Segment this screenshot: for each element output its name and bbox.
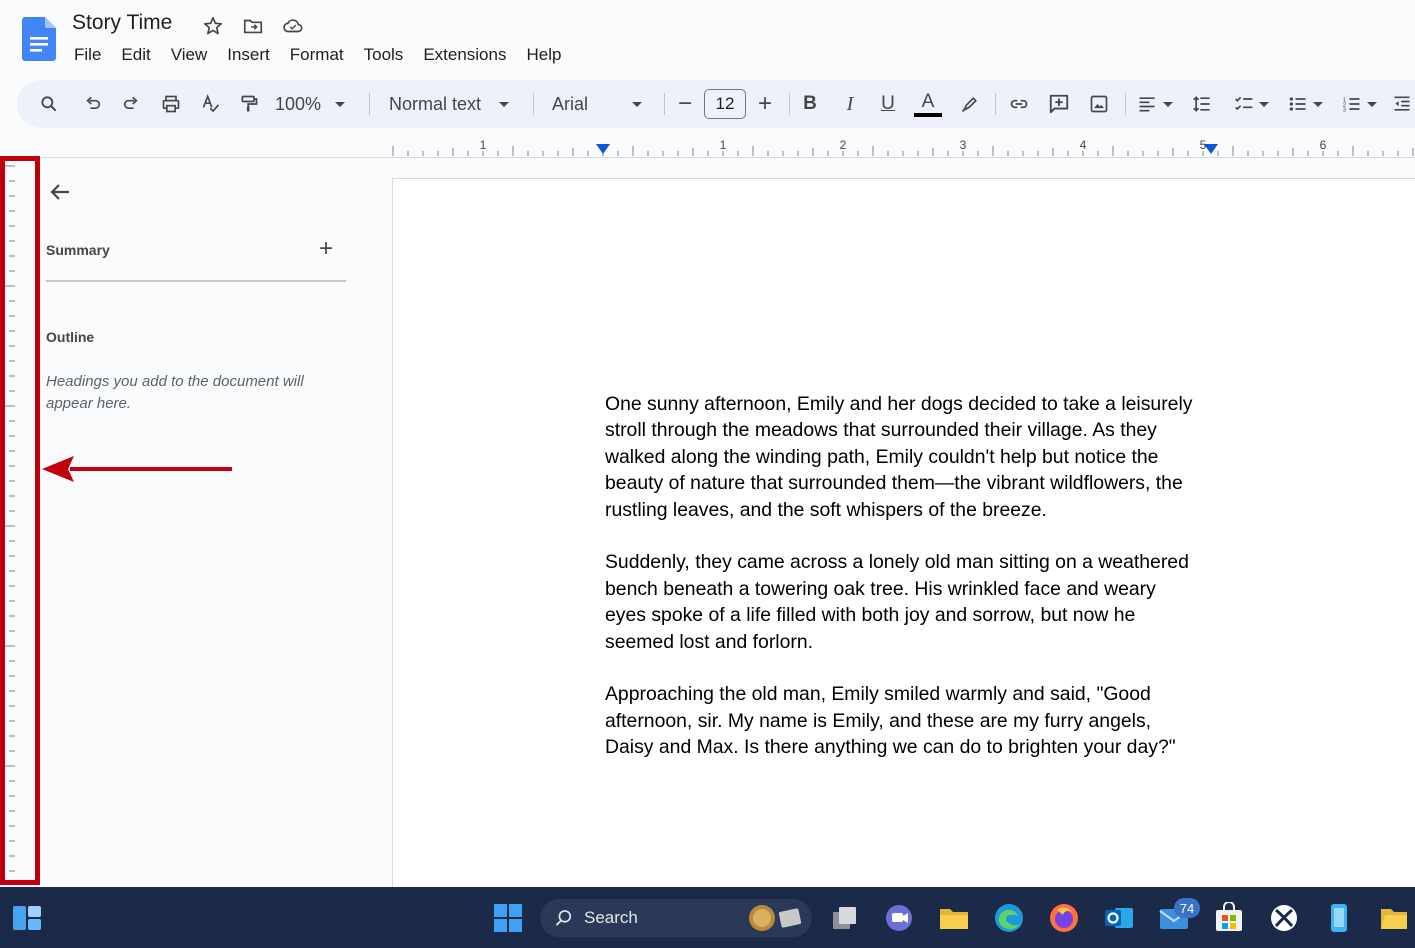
toolbar-divider	[789, 93, 790, 115]
decrease-indent-icon[interactable]	[1389, 80, 1415, 128]
firefox-icon[interactable]	[1047, 901, 1081, 935]
search-icon	[555, 910, 572, 926]
red-arrow-annotation	[42, 454, 234, 484]
summary-heading: Summary	[46, 242, 110, 258]
numbered-list-icon[interactable]: 123	[1337, 80, 1381, 128]
search-menus-icon[interactable]	[35, 80, 63, 128]
task-view-icon[interactable]	[828, 901, 862, 935]
chevron-down-icon	[632, 101, 643, 107]
outlook-icon[interactable]	[1102, 901, 1136, 935]
menu-bar: File Edit View Insert Format Tools Exten…	[64, 43, 571, 67]
star-icon[interactable]	[201, 14, 225, 38]
insert-link-icon[interactable]	[1005, 80, 1033, 128]
toolbar-divider	[664, 93, 665, 115]
outline-empty-hint: Headings you add to the document will ap…	[46, 373, 304, 412]
menu-extensions[interactable]: Extensions	[413, 43, 516, 67]
menu-file[interactable]: File	[64, 43, 111, 67]
highlight-annotation-box	[0, 156, 40, 885]
summary-divider	[46, 280, 346, 282]
italic-icon[interactable]: I	[837, 80, 863, 128]
toolbar: 100% Normal text Arial − 12 + B I U A 1 …	[17, 80, 1415, 128]
paragraph[interactable]: One sunny afternoon, Emily and her dogs …	[605, 391, 1225, 523]
outline-heading: Outline	[46, 329, 95, 345]
menu-view[interactable]: View	[161, 43, 218, 67]
paragraph[interactable]: Suddenly, they came across a lonely old …	[605, 549, 1225, 655]
paragraph-style-select[interactable]: Normal text	[389, 80, 519, 128]
ruler-number: 2	[840, 138, 847, 152]
toolbar-divider	[369, 93, 370, 115]
cloud-saved-icon[interactable]	[281, 14, 305, 38]
menu-help[interactable]: Help	[516, 43, 571, 67]
edge-browser-icon[interactable]	[992, 901, 1026, 935]
font-family-select[interactable]: Arial	[552, 80, 652, 128]
zoom-value: 100%	[275, 93, 322, 114]
xbox-icon[interactable]	[1267, 901, 1301, 935]
toolbar-divider	[995, 93, 996, 115]
add-summary-button[interactable]: +	[315, 235, 337, 262]
menu-format[interactable]: Format	[280, 43, 354, 67]
document-outline-sidebar: Summary + Outline Headings you add to th…	[40, 158, 390, 883]
menu-tools[interactable]: Tools	[354, 43, 414, 67]
chevron-down-icon	[335, 101, 346, 107]
docs-header: Story Time File Edit View Insert Format …	[0, 0, 1415, 78]
paragraph-style-value: Normal text	[389, 93, 482, 114]
toolbar-divider	[1125, 93, 1126, 115]
document-body[interactable]: One sunny afternoon, Emily and her dogs …	[605, 391, 1225, 787]
taskbar-search-box[interactable]: Search	[540, 899, 812, 937]
ruler-ticks: 1123456	[392, 138, 1414, 156]
document-page[interactable]: One sunny afternoon, Emily and her dogs …	[392, 178, 1415, 898]
bold-icon[interactable]: B	[797, 80, 823, 128]
ruler-number: 1	[480, 138, 487, 152]
toolbar-divider	[533, 93, 534, 115]
search-highlight-image-icon	[749, 905, 802, 931]
document-title[interactable]: Story Time	[72, 11, 172, 35]
highlight-color-icon[interactable]	[957, 80, 983, 128]
font-family-value: Arial	[552, 93, 589, 114]
text-color-icon[interactable]: A	[913, 80, 943, 128]
google-docs-logo-icon[interactable]	[22, 17, 56, 61]
menu-insert[interactable]: Insert	[217, 43, 280, 67]
font-size-input[interactable]: 12	[704, 89, 746, 119]
bulleted-list-icon[interactable]	[1283, 80, 1327, 128]
chevron-down-icon	[499, 101, 510, 107]
zoom-select[interactable]: 100%	[275, 80, 355, 128]
phone-link-icon[interactable]	[1322, 901, 1356, 935]
file-explorer-icon[interactable]	[937, 901, 971, 935]
windows-taskbar: Search	[0, 887, 1415, 948]
ruler-number: 1	[720, 138, 727, 152]
ruler-number: 3	[960, 138, 967, 152]
spelling-check-icon[interactable]	[197, 80, 225, 128]
menu-edit[interactable]: Edit	[111, 43, 160, 67]
ruler-number: 4	[1080, 138, 1087, 152]
left-indent-marker	[596, 144, 610, 154]
insert-image-icon[interactable]	[1085, 80, 1113, 128]
back-arrow-icon[interactable]	[48, 180, 72, 204]
horizontal-ruler[interactable]: 1123456	[0, 134, 1415, 158]
start-windows-icon[interactable]	[491, 901, 525, 935]
align-left-icon[interactable]	[1135, 80, 1175, 128]
ruler-number: 6	[1320, 138, 1327, 152]
print-icon[interactable]	[157, 80, 185, 128]
paragraph[interactable]: Approaching the old man, Emily smiled wa…	[605, 681, 1225, 760]
paint-format-icon[interactable]	[235, 80, 263, 128]
checklist-icon[interactable]	[1229, 80, 1273, 128]
svg-text:3: 3	[1343, 108, 1346, 114]
widgets-icon[interactable]	[10, 901, 44, 935]
microsoft-store-icon[interactable]	[1212, 901, 1246, 935]
folder-icon[interactable]	[1377, 901, 1411, 935]
undo-icon[interactable]	[79, 80, 107, 128]
move-to-folder-icon[interactable]	[241, 14, 265, 38]
increase-font-size-button[interactable]: +	[753, 80, 777, 128]
underline-icon[interactable]: U	[875, 80, 901, 128]
add-comment-icon[interactable]	[1045, 80, 1073, 128]
taskbar-search-label: Search	[584, 908, 638, 927]
teams-chat-icon[interactable]	[882, 901, 916, 935]
decrease-font-size-button[interactable]: −	[673, 80, 697, 128]
mail-notification-badge: 74	[1174, 898, 1200, 918]
document-canvas: One sunny afternoon, Emily and her dogs …	[390, 158, 1415, 898]
line-spacing-icon[interactable]	[1189, 80, 1215, 128]
redo-icon[interactable]	[117, 80, 145, 128]
